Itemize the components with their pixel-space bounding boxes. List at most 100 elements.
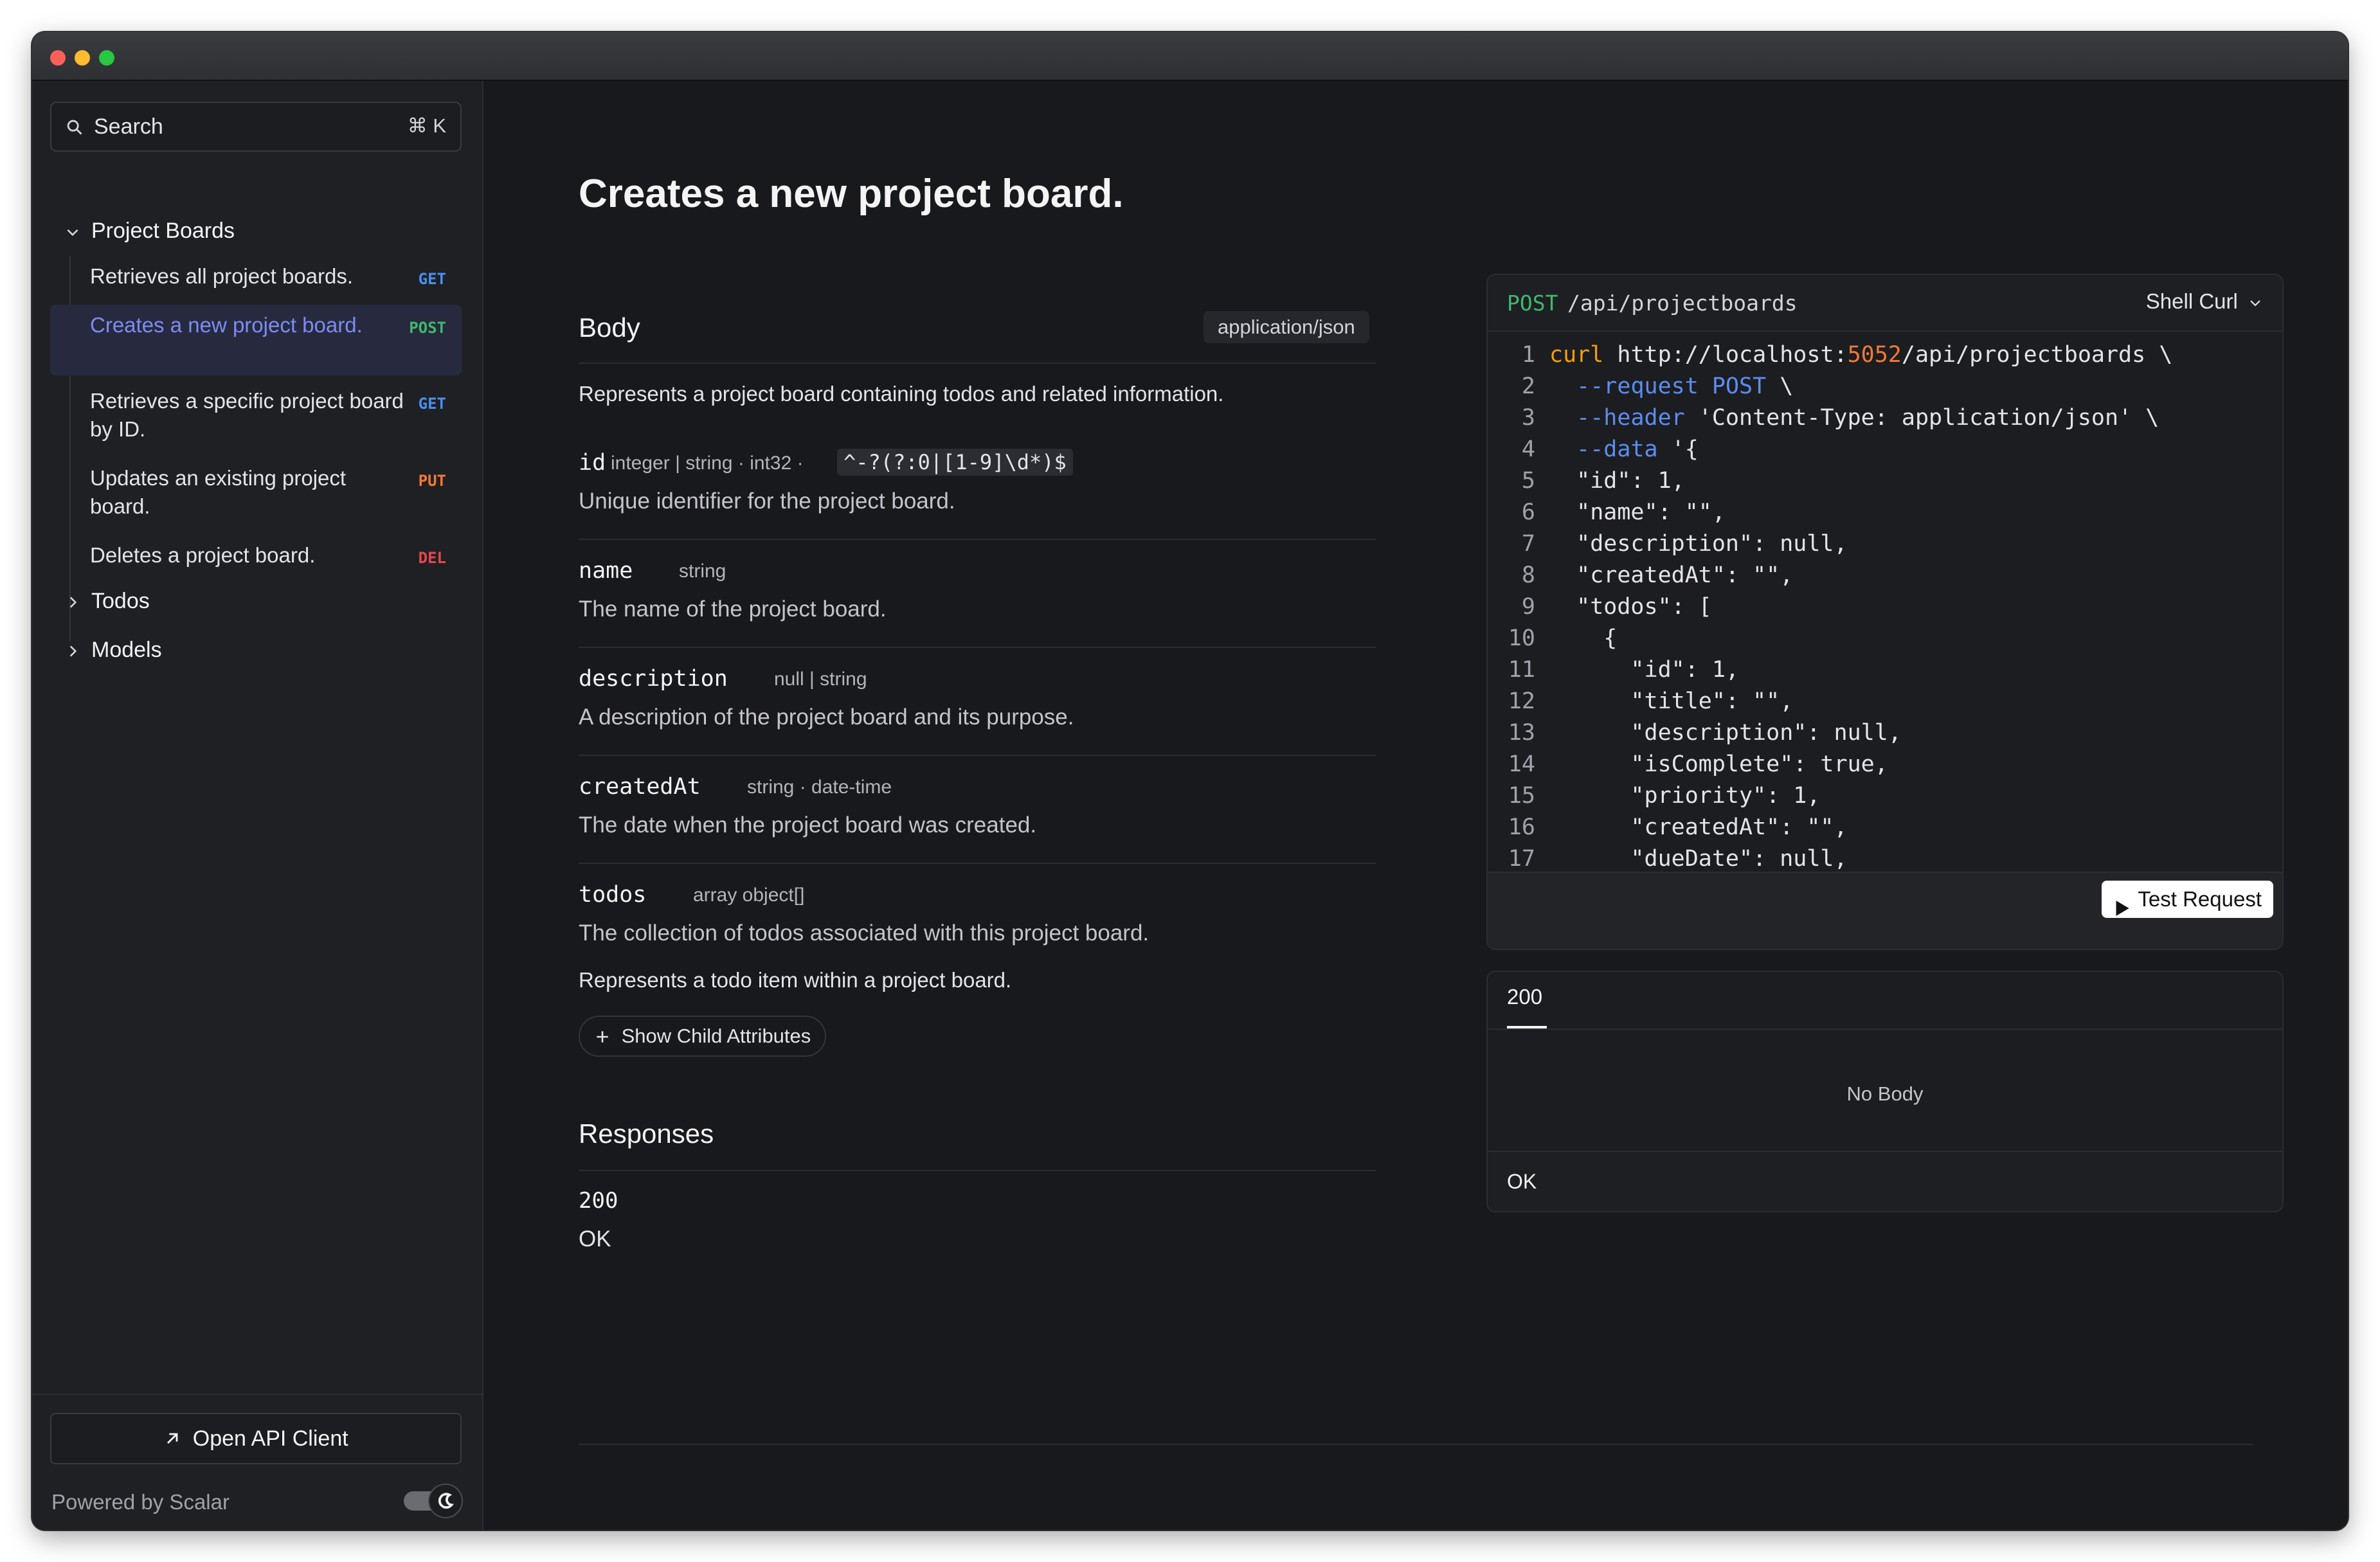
divider <box>579 363 1376 364</box>
sidebar-item-create[interactable]: Creates a new project board. POST <box>50 305 462 375</box>
request-example-footer: Test Request <box>1488 872 2282 949</box>
page-title: Creates a new project board. <box>579 172 1124 216</box>
sidebar-item-label: Retrieves a specific project board by ID… <box>90 389 404 441</box>
search-shortcut: ⌘ K <box>407 114 446 137</box>
line-content: "createdAt": "", <box>1549 562 1794 588</box>
property-description: The date when the project board was crea… <box>579 812 1037 838</box>
response-status-text: OK <box>579 1226 611 1252</box>
property-name: description <box>579 666 728 692</box>
response-status-code: 200 <box>579 1188 618 1214</box>
line-number: 16 <box>1508 814 1535 840</box>
line-number: 1 <box>1521 342 1535 368</box>
chevron-down-icon <box>64 224 81 244</box>
property-description: Unique identifier for the project board. <box>579 489 955 514</box>
line-content: "dueDate": null, <box>1549 846 1848 872</box>
response-tab-200[interactable]: 200 <box>1507 985 1542 1009</box>
maximize-window-button[interactable] <box>99 50 114 66</box>
property-description: The name of the project board. <box>579 597 887 622</box>
open-api-client-label: Open API Client <box>192 1426 348 1451</box>
dark-mode-toggle[interactable] <box>404 1484 463 1518</box>
property-description: The collection of todos associated with … <box>579 920 1149 946</box>
property-pattern: ^-?(?:0|[1-9]\d*)$ <box>837 449 1073 476</box>
line-number: 17 <box>1508 846 1535 872</box>
language-select[interactable]: Shell Curl <box>2146 289 2263 314</box>
method-badge-put: PUT <box>418 472 446 490</box>
method-badge-del: DEL <box>418 549 446 567</box>
open-api-client-button[interactable]: Open API Client <box>50 1413 462 1464</box>
method-badge-post: POST <box>409 319 446 337</box>
sidebar-item-retrieve-all[interactable]: Retrieves all project boards. GET <box>50 262 462 303</box>
response-example-footer: OK <box>1488 1151 2282 1211</box>
property-type: string · date-time <box>747 777 892 798</box>
minimize-window-button[interactable] <box>75 50 90 66</box>
line-number: 6 <box>1521 499 1535 525</box>
code-block[interactable]: 1 curl http://localhost:5052/api/projectb… <box>1488 342 2282 872</box>
show-child-attributes-button[interactable]: Show Child Attributes <box>579 1016 827 1057</box>
close-window-button[interactable] <box>50 50 66 66</box>
response-footer-label: OK <box>1507 1170 1537 1193</box>
sidebar-item-update[interactable]: Updates an existing project board. PUT <box>50 464 462 526</box>
show-child-attributes-label: Show Child Attributes <box>621 1025 811 1047</box>
sidebar-group-label: Project Boards <box>91 219 235 243</box>
no-body-label: No Body <box>1846 1082 1924 1105</box>
sidebar-footer: Open API Client Powered by Scalar <box>32 1394 482 1530</box>
request-path: /api/projectboards <box>1567 291 1798 316</box>
property-description: A description of the project board and i… <box>579 705 1074 730</box>
line-content: "isComplete": true, <box>1549 751 1888 777</box>
divider <box>579 1170 1376 1171</box>
plus-icon <box>594 1025 622 1047</box>
sidebar-item-label: Creates a new project board. <box>90 313 363 337</box>
sidebar-item-label: Updates an existing project board. <box>90 466 347 518</box>
line-content: "title": "", <box>1549 688 1794 714</box>
body-section-title: Body <box>579 312 640 343</box>
line-content: "id": 1, <box>1549 657 1740 683</box>
line-content: "name": "", <box>1549 499 1726 525</box>
app-window: Search ⌘ K Project Boards Retrieves all … <box>32 32 2348 1530</box>
line-content: --request POST \ <box>1576 373 1794 399</box>
sidebar-item-label: Deletes a project board. <box>90 543 316 567</box>
main-content: Creates a new project board. Body applic… <box>483 81 2348 1530</box>
line-number: 7 <box>1521 531 1535 557</box>
property-type: string <box>679 561 726 582</box>
chevron-down-icon <box>2244 289 2263 313</box>
chevron-right-icon <box>64 643 81 663</box>
arrow-up-right-icon <box>163 1426 192 1451</box>
content-type-badge[interactable]: application/json <box>1204 311 1369 343</box>
divider <box>579 539 1376 540</box>
line-number: 14 <box>1508 751 1535 777</box>
responses-section-title: Responses <box>579 1118 714 1149</box>
test-request-label: Test Request <box>2138 887 2262 911</box>
property-name: createdAt <box>579 774 701 800</box>
sidebar-item-delete[interactable]: Deletes a project board. DEL <box>50 541 462 576</box>
sidebar-item-label: Retrieves all project boards. <box>90 264 354 288</box>
line-number: 2 <box>1521 373 1535 399</box>
test-request-button[interactable]: Test Request <box>2102 881 2273 918</box>
method-badge-get: GET <box>418 395 446 413</box>
line-content: "priority": 1, <box>1549 783 1821 809</box>
search-icon <box>66 117 84 142</box>
line-content: "description": null, <box>1549 720 1902 746</box>
sidebar-item-retrieve-by-id[interactable]: Retrieves a specific project board by ID… <box>50 387 462 449</box>
search-input[interactable]: Search ⌘ K <box>50 102 462 152</box>
sidebar-group-label: Todos <box>91 589 150 613</box>
line-content: "todos": [ <box>1549 594 1712 620</box>
property-name: todos <box>579 882 647 908</box>
powered-by-label: Powered by Scalar <box>51 1490 230 1514</box>
line-content: --header 'Content-Type: application/json… <box>1576 405 2159 431</box>
search-label: Search <box>94 114 163 139</box>
request-method: POST <box>1507 291 1558 316</box>
line-content: --data '{ <box>1576 436 1699 462</box>
property-item-description: Represents a todo item within a project … <box>579 968 1012 992</box>
language-select-label: Shell Curl <box>2145 289 2238 313</box>
response-example-card: 200 No Body OK <box>1486 971 2284 1212</box>
line-number: 9 <box>1521 594 1535 620</box>
body-description: Represents a project board containing to… <box>579 382 1224 406</box>
property-type: null | string <box>774 669 867 690</box>
line-number: 13 <box>1508 720 1535 746</box>
line-content: curl http://localhost:5052/api/projectbo… <box>1549 342 2173 368</box>
divider <box>579 1444 2253 1445</box>
play-icon <box>2114 891 2130 928</box>
divider <box>579 863 1376 864</box>
chevron-right-icon <box>64 594 81 614</box>
request-example-header: POST /api/projectboards Shell Curl <box>1488 275 2282 332</box>
